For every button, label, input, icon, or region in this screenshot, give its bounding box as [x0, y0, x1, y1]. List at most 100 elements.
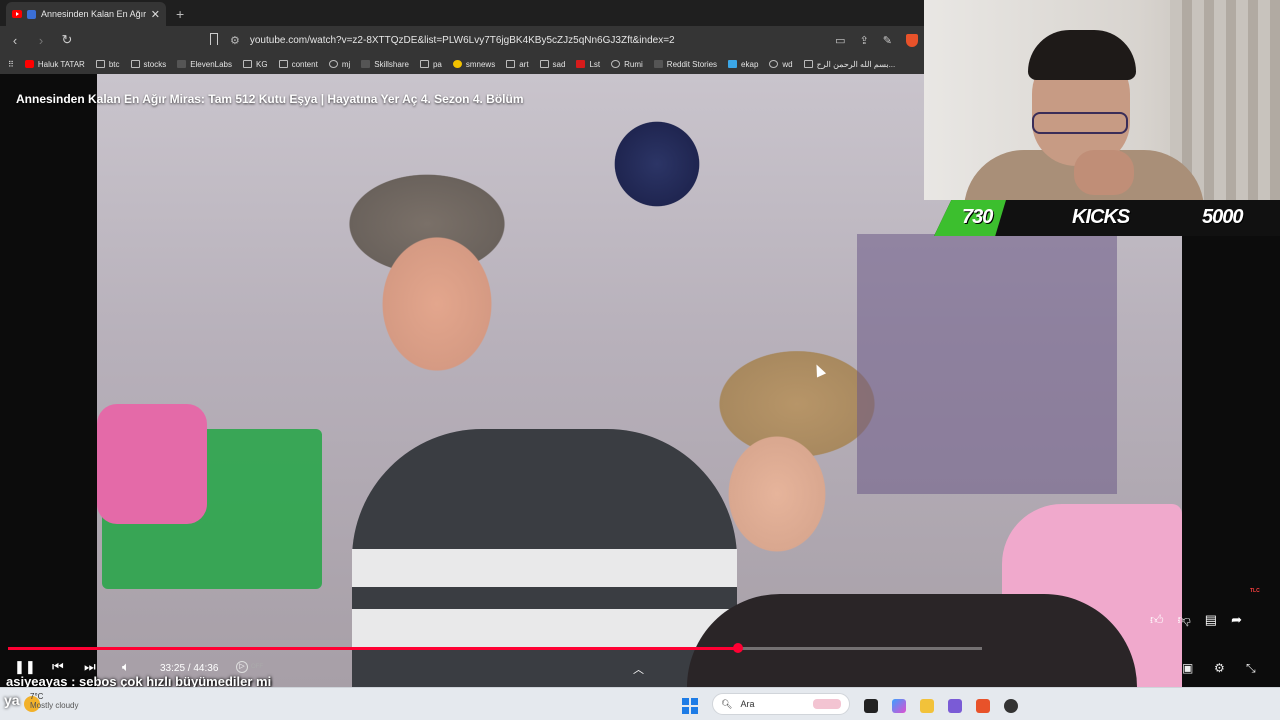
subtitles-icon[interactable]: ▣ [1182, 661, 1193, 675]
like-icon[interactable]: 👍︎ [1150, 612, 1164, 628]
duration: 44:36 [193, 663, 219, 674]
kicks-goal: 5000 [1202, 206, 1243, 228]
weather-temp: 7°C [30, 692, 44, 701]
url-text[interactable]: youtube.com/watch?v=z2-8XTTQzDE&list=PLW… [250, 35, 675, 46]
bookmark-item[interactable]: بسم الله الرحمن الرح... [803, 59, 896, 69]
close-tab-icon[interactable]: ✕ [151, 8, 160, 21]
bookmark-label: بسم الله الرحمن الرح... [816, 59, 896, 69]
folder-icon [95, 60, 105, 68]
brave-browser-icon[interactable] [976, 698, 990, 713]
taskbar-search[interactable]: 🔍︎ Ara [712, 693, 850, 715]
windows-start-icon[interactable] [682, 697, 698, 714]
bookmark-icon[interactable] [210, 33, 218, 45]
apps-icon[interactable]: ⠿ [8, 60, 14, 69]
kicks-label: KICKS [1072, 206, 1130, 228]
bookmark-label: Skillshare [374, 59, 409, 69]
comment-icon[interactable]: ▤ [1205, 612, 1217, 628]
bookmark-item[interactable]: ekap [728, 60, 758, 69]
bookmark-item[interactable]: sad [539, 59, 566, 69]
volume-icon[interactable]: 🔈︎ [122, 659, 130, 675]
folder-icon [243, 60, 252, 68]
reload-button[interactable]: ↻ [60, 32, 74, 48]
bookmark-label: smnews [465, 59, 496, 69]
youtube-icon [12, 10, 22, 18]
cast-icon[interactable]: ▭ [835, 34, 845, 47]
previous-icon[interactable]: ⏮ [52, 659, 64, 675]
chat-avatar-icon: ya [4, 692, 20, 708]
bookmark-item[interactable]: btc [95, 59, 120, 69]
bookmark-label: Haluk TATAR [37, 59, 85, 69]
bookmark-label: ekap [741, 59, 759, 69]
globe-icon [611, 60, 621, 68]
progress-bar[interactable] [8, 643, 982, 653]
bookmark-item[interactable]: ElevenLabs [177, 60, 232, 69]
weather-widget[interactable]: 7°C Mostly cloudy [30, 692, 78, 710]
current-time: 33:25 [160, 663, 186, 674]
wd-icon [769, 60, 779, 68]
autoplay-label: OFF [251, 664, 263, 670]
streamer-hand [1074, 150, 1134, 195]
folder-icon [419, 60, 429, 68]
share-icon[interactable]: ⇪ [860, 34, 869, 47]
file-explorer-icon[interactable] [920, 698, 934, 713]
brave-shield-icon[interactable] [906, 33, 918, 47]
next-icon[interactable]: ⏭ [84, 659, 96, 675]
github-icon [328, 60, 338, 68]
forward-button[interactable]: › [34, 33, 48, 48]
youtube-icon [24, 60, 34, 68]
settings-icon[interactable]: ⚙ [1214, 661, 1225, 675]
snipping-tool-icon[interactable] [948, 698, 962, 713]
bookmark-item[interactable]: KG [243, 60, 268, 69]
windows-taskbar: 7°C Mostly cloudy 🔍︎ Ara [0, 687, 1280, 720]
chevron-up-icon[interactable]: ︿ [633, 661, 644, 677]
toolbar-actions: ▭ ⇪ ✎ [835, 26, 918, 54]
bookmark-item[interactable]: art [506, 59, 529, 69]
bookmark-item[interactable]: pa [419, 59, 442, 69]
folder-icon [506, 60, 516, 68]
bookmark-label: sad [552, 59, 566, 69]
bookmark-label: art [519, 59, 529, 69]
bookmark-item[interactable]: mj [328, 59, 351, 69]
pink-toy-car [97, 404, 207, 524]
sweater-stripe [352, 609, 737, 647]
new-tab-button[interactable]: + [176, 6, 184, 22]
bookmark-label: mj [341, 59, 351, 69]
obs-icon[interactable] [1004, 698, 1018, 713]
bookmark-item[interactable]: Skillshare [361, 60, 409, 69]
bookmark-item[interactable]: smnews [452, 59, 496, 69]
url-field[interactable]: ⚙ youtube.com/watch?v=z2-8XTTQzDE&list=P… [230, 26, 675, 54]
bookmark-item[interactable]: Reddit Stories [653, 60, 717, 69]
folder-icon [130, 60, 140, 68]
dislike-icon[interactable]: 👎︎ [1178, 612, 1191, 628]
exit-fullscreen-icon[interactable]: ⤡ [1246, 661, 1256, 676]
bookmark-item[interactable]: stocks [130, 59, 167, 69]
pause-icon[interactable]: ❚❚ [14, 659, 36, 675]
bookmark-label: btc [108, 59, 120, 69]
elevenlabs-icon [177, 60, 187, 68]
background-boxes [857, 234, 1117, 494]
sweater-stripe [352, 549, 737, 587]
progress-scrubber[interactable] [732, 643, 743, 653]
browser-tab[interactable]: Annesinden Kalan En Ağır Mi ✕ [6, 2, 166, 26]
search-icon: 🔍︎ [721, 698, 733, 709]
task-view-icon[interactable] [864, 698, 878, 713]
copilot-icon[interactable] [892, 698, 906, 713]
video-title[interactable]: Annesinden Kalan En Ağır Miras: Tam 512 … [16, 92, 524, 106]
bookmark-item[interactable]: Haluk TATAR [24, 59, 85, 69]
bookmark-item[interactable]: Rumi [611, 60, 643, 69]
bookmark-label: pa [432, 59, 442, 69]
autoplay-toggle[interactable]: ▷ OFF [236, 661, 263, 673]
share-arrow-icon[interactable]: ➦ [1231, 612, 1242, 628]
channel-watermark: TLC [1250, 588, 1260, 594]
streamer-glasses [1032, 112, 1128, 134]
site-settings-icon[interactable]: ⚙ [230, 34, 240, 47]
bookmark-item[interactable]: wd [769, 60, 793, 69]
bookmark-label: stocks [143, 59, 167, 69]
streamer-hair [1028, 30, 1136, 80]
back-button[interactable]: ‹ [8, 33, 22, 48]
bookmark-item[interactable]: Lst [576, 60, 600, 69]
kicks-count: 730 [962, 206, 993, 228]
bookmark-item[interactable]: content [278, 60, 318, 69]
bird-icon [728, 60, 738, 68]
pen-icon[interactable]: ✎ [883, 34, 892, 47]
